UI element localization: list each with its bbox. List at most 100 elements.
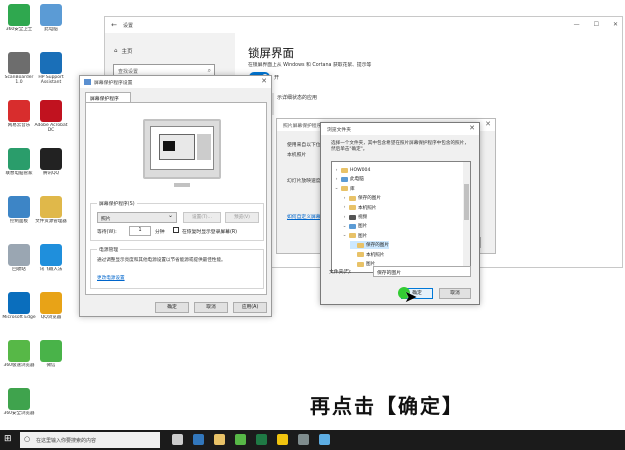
ok-button[interactable]: 确定 — [155, 302, 189, 313]
cancel-button[interactable]: 取消 — [194, 302, 228, 313]
desktop-icon[interactable]: 联想电脑管家 — [2, 148, 36, 181]
desktop-icon-label: ScanBoarder 1.0 — [4, 75, 34, 85]
screensaver-select[interactable]: 照片 — [97, 212, 177, 223]
excel-taskbar-icon[interactable] — [256, 434, 267, 445]
desktop-icon[interactable]: 控制面板 — [2, 196, 36, 229]
desktop-icon[interactable]: QQ浏览器 — [34, 292, 68, 325]
desktop-icon[interactable]: 文件资源管理器 — [34, 196, 68, 229]
expander-icon[interactable]: ⌄ — [342, 224, 347, 229]
mouse-cursor-icon: ➤ — [404, 287, 418, 306]
close-icon[interactable]: ✕ — [469, 124, 475, 132]
desktop-icon[interactable]: 微信 — [34, 340, 68, 373]
desktop-icon[interactable]: 网易云音乐 — [2, 100, 36, 133]
desktop-icon-label: 360安全卫士 — [5, 27, 33, 32]
edge-taskbar-icon[interactable] — [193, 434, 204, 445]
360-browser-taskbar-icon[interactable] — [235, 434, 246, 445]
close-icon[interactable]: ✕ — [485, 120, 491, 128]
back-arrow-icon[interactable]: ← — [105, 21, 123, 29]
control-taskbar-icon[interactable] — [319, 434, 330, 445]
tree-node-label: 图片 — [358, 224, 368, 230]
desktop-icon[interactable]: 360安全浏览器 — [2, 388, 36, 421]
expander-icon[interactable]: › — [342, 196, 347, 201]
tree-node[interactable]: 本机照片 — [350, 251, 384, 259]
tree-node[interactable]: › 此电脑 — [334, 175, 364, 183]
desktop-icon[interactable]: 腾讯QQ — [34, 148, 68, 181]
folder-icon — [341, 167, 348, 173]
resume-login-checkbox[interactable] — [173, 227, 179, 233]
tree-node[interactable]: ⌄ 图片 — [342, 232, 367, 240]
close-button[interactable]: ✕ — [613, 21, 618, 28]
folder-input[interactable]: 保存的图片 — [373, 266, 471, 277]
desktop-icon[interactable]: HP Support Assistant — [34, 52, 68, 85]
expander-icon[interactable]: ⌄ — [342, 233, 347, 238]
home-link[interactable]: ⌂ 主页 — [114, 47, 133, 55]
preview-button[interactable]: 预览(V) — [225, 212, 259, 223]
app-icon — [40, 100, 62, 122]
tree-node[interactable]: › HOW004 — [334, 166, 370, 174]
screensaver-group-label: 屏幕保护程序(S) — [97, 200, 137, 207]
folder-taskbar-icon[interactable] — [277, 434, 288, 445]
browse-cancel-button[interactable]: 取消 — [439, 288, 471, 299]
tree-node[interactable]: › 保存的图片 — [342, 194, 381, 202]
change-power-settings-link[interactable]: 更改电源设置 — [97, 275, 125, 281]
tree-node[interactable]: 保存的图片 — [350, 241, 389, 250]
desktop-icon[interactable]: 讯飞输入法 — [34, 244, 68, 277]
tree-node[interactable]: 图片 — [350, 260, 375, 268]
explorer-taskbar-icon[interactable] — [214, 434, 225, 445]
desktop-icon-label: 腾讯QQ — [42, 171, 60, 176]
expander-icon[interactable]: › — [334, 168, 339, 173]
home-label: 主页 — [121, 49, 133, 55]
toggle-label: 开 — [274, 75, 280, 81]
folder-icon — [349, 214, 356, 220]
tree-node-label: 视频 — [358, 215, 368, 220]
windows-start-icon[interactable]: ⊞ — [4, 434, 12, 444]
close-icon[interactable]: ✕ — [261, 77, 267, 85]
search-icon: ○ — [24, 435, 31, 443]
browse-title: 浏览文件夹 — [321, 123, 479, 135]
taskbar-search-input[interactable]: ○ 在这里输入你要搜索的内容 — [20, 432, 160, 448]
app-icon — [40, 196, 62, 218]
window-controls: — ☐ ✕ — [574, 21, 618, 28]
settings-button[interactable]: 设置(T)... — [183, 212, 221, 223]
expander-icon[interactable]: › — [334, 177, 339, 182]
expander-icon[interactable]: › — [342, 215, 347, 220]
task-view-taskbar-icon[interactable] — [172, 434, 183, 445]
settings-taskbar-icon[interactable] — [298, 434, 309, 445]
expander-icon[interactable]: › — [342, 205, 347, 210]
desktop-icon[interactable]: 360极速浏览器 — [2, 340, 36, 373]
tree-node-label: 图片 — [358, 233, 368, 239]
desktop-icon[interactable]: ScanBoarder 1.0 — [2, 52, 36, 85]
desktop-icon-label: 网易云音乐 — [7, 123, 31, 128]
desktop-icon[interactable]: Adobe Acrobat DC — [34, 100, 68, 133]
app-icon — [8, 4, 30, 26]
folder-icon — [357, 261, 364, 267]
page-title: 锁屏界面 — [248, 46, 294, 60]
monitor-stand — [174, 183, 190, 187]
tree-node[interactable]: › 本机照片 — [342, 204, 376, 212]
tree-node[interactable]: › 视频 — [342, 213, 367, 221]
folder-tree[interactable]: › HOW004 › 此电脑 ⌄ 库 › 保存的图片 › 本机照片 › 视频 ⌄ 图片 ⌄ 图片 保存的图片 本机… — [331, 161, 471, 273]
desktop-icon[interactable]: 回收站 — [2, 244, 36, 277]
photo-source-value: 本机照片 — [287, 153, 307, 158]
desktop-icon[interactable]: 此电脑 — [34, 4, 68, 37]
app-icon — [8, 52, 30, 74]
desktop-icon-label: 联想电脑管家 — [5, 171, 33, 176]
apply-button[interactable]: 应用(A) — [233, 302, 267, 313]
tree-node[interactable]: ⌄ 库 — [334, 185, 355, 193]
wait-minutes-stepper[interactable]: 1 — [129, 226, 151, 236]
expander-icon[interactable]: ⌄ — [334, 186, 339, 191]
minimize-button[interactable]: — — [574, 21, 580, 28]
tree-node-label: 本机照片 — [358, 205, 377, 211]
tutorial-caption: 再点击【确定】 — [310, 394, 464, 418]
screensaver-group: 屏幕保护程序(S) 照片 设置(T)... 预览(V) 等待(W): 1 分钟 … — [90, 200, 264, 241]
tree-node[interactable]: ⌄ 图片 — [342, 222, 367, 230]
desktop-icon[interactable]: Microsoft Edge — [2, 292, 36, 325]
desktop-icon[interactable]: 360安全卫士 — [2, 4, 36, 37]
folder-icon — [349, 205, 356, 211]
tree-scrollbar-thumb[interactable] — [464, 184, 469, 220]
status-line: 示详细状态的应用 — [277, 95, 318, 101]
taskbar-search-placeholder: 在这里输入你要搜索的内容 — [36, 438, 97, 444]
maximize-button[interactable]: ☐ — [594, 21, 599, 28]
power-group: 电源管理 通过调整显示亮度和其他电源设置以节省能源或提供最佳性能。 更改电源设置 — [90, 246, 264, 289]
ss-panel: 屏幕保护程序(S) 照片 设置(T)... 预览(V) 等待(W): 1 分钟 … — [85, 102, 267, 295]
